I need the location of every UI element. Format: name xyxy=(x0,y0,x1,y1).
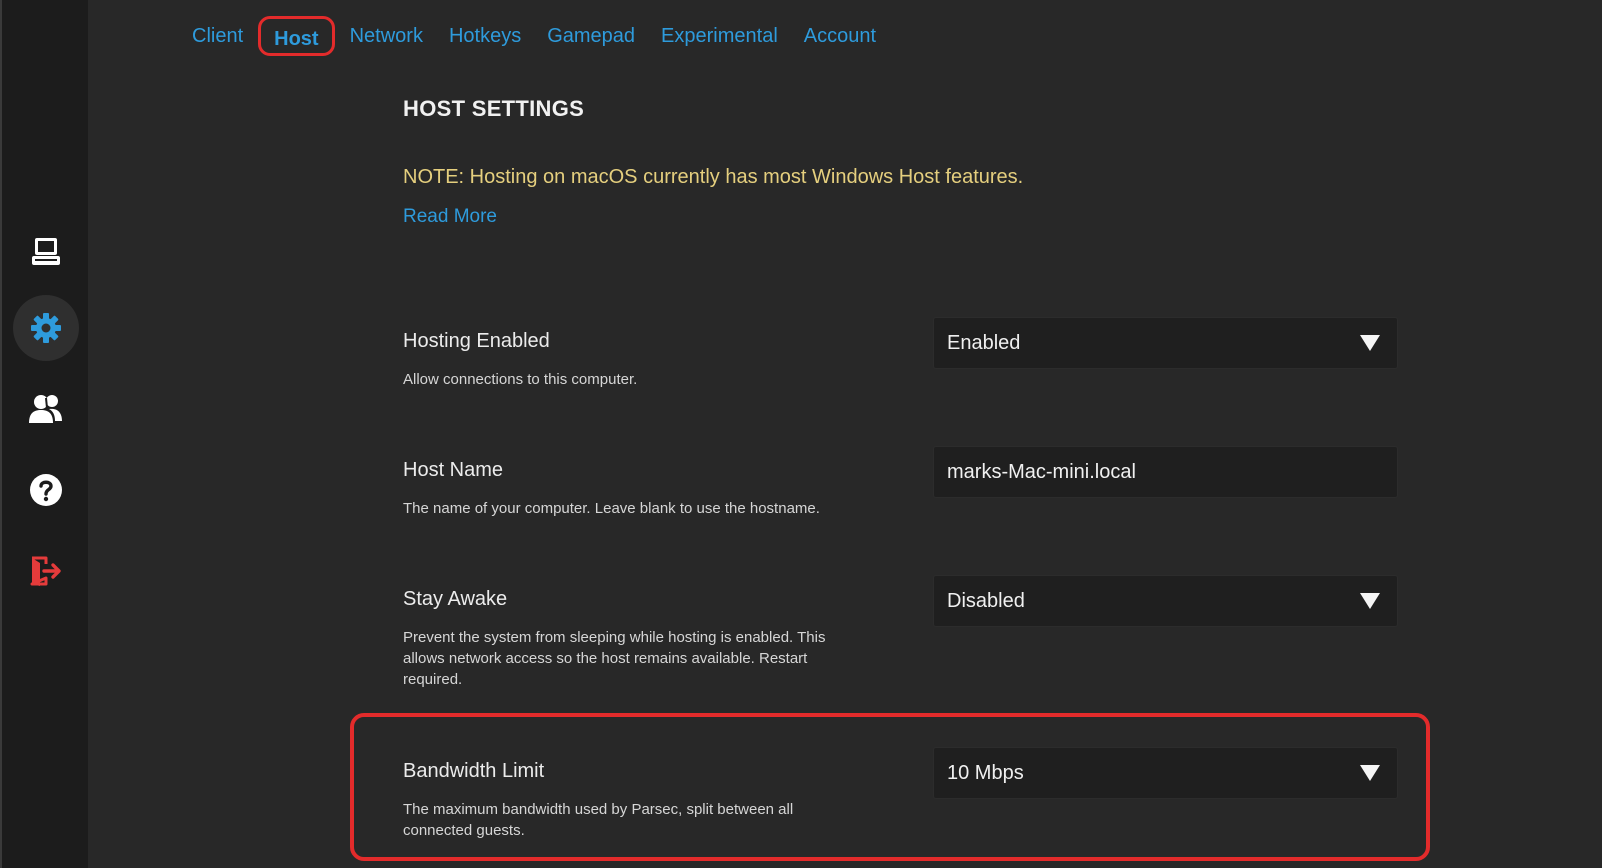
setting-title: Stay Awake xyxy=(403,588,508,610)
tab-network[interactable]: Network xyxy=(337,18,436,54)
tab-client[interactable]: Client xyxy=(184,18,256,54)
computer-icon xyxy=(29,235,63,269)
page-title: HOST SETTINGS xyxy=(403,96,585,121)
caret-down-icon xyxy=(1360,593,1380,609)
hosting-enabled-dropdown[interactable]: Enabled xyxy=(933,317,1398,369)
logout-icon xyxy=(28,554,64,588)
macos-note: NOTE: Hosting on macOS currently has mos… xyxy=(403,166,1024,188)
settings-tabs: Client Host Network Hotkeys Gamepad Expe… xyxy=(184,16,889,56)
setting-description: Prevent the system from sleeping while h… xyxy=(403,629,826,688)
gear-icon xyxy=(28,310,64,346)
sidebar-item-logout[interactable] xyxy=(13,538,79,604)
people-icon xyxy=(28,392,64,426)
help-icon xyxy=(29,473,63,507)
setting-title: Hosting Enabled xyxy=(403,330,550,352)
dropdown-value: Enabled xyxy=(947,331,1021,354)
tab-hotkeys[interactable]: Hotkeys xyxy=(436,18,534,54)
sidebar-item-settings[interactable] xyxy=(13,295,79,361)
stay-awake-dropdown[interactable]: Disabled xyxy=(933,575,1398,627)
caret-down-icon xyxy=(1360,335,1380,351)
setting-title: Host Name xyxy=(403,459,504,481)
host-name-input[interactable]: marks-Mac-mini.local xyxy=(933,446,1398,498)
setting-description: The name of your computer. Leave blank t… xyxy=(403,500,820,517)
sidebar xyxy=(0,0,88,868)
input-value: marks-Mac-mini.local xyxy=(947,460,1136,483)
tab-host[interactable]: Host xyxy=(258,16,335,56)
tab-account[interactable]: Account xyxy=(791,18,889,54)
dropdown-value: Disabled xyxy=(947,589,1025,612)
parsec-settings-window: Client Host Network Hotkeys Gamepad Expe… xyxy=(0,0,1602,868)
tab-gamepad[interactable]: Gamepad xyxy=(534,18,648,54)
sidebar-item-friends[interactable] xyxy=(13,376,79,442)
tab-experimental[interactable]: Experimental xyxy=(648,18,791,54)
setting-description: Allow connections to this computer. xyxy=(403,371,638,388)
sidebar-item-help[interactable] xyxy=(13,457,79,523)
read-more-link[interactable]: Read More xyxy=(403,206,497,228)
sidebar-item-computers[interactable] xyxy=(13,219,79,285)
bandwidth-highlight-box xyxy=(350,713,1430,861)
